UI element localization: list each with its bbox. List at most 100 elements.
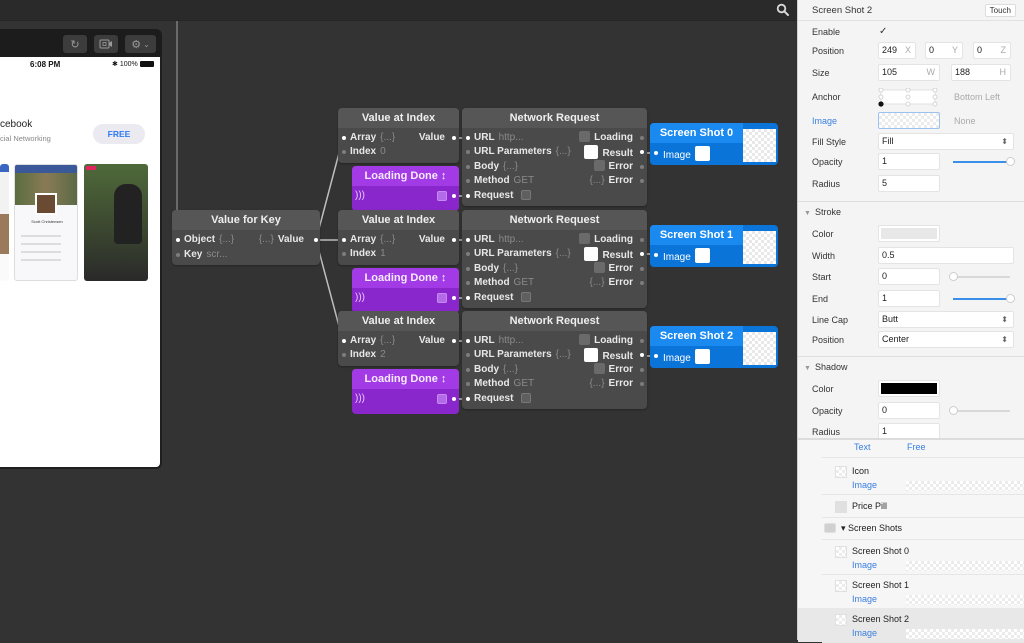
size-w-field[interactable]: 105 W [878, 64, 940, 81]
layer-row[interactable]: Screen Shot 0 Image [798, 540, 1024, 574]
output-dot[interactable] [640, 150, 644, 154]
input-port[interactable]: Body {...} [466, 262, 518, 276]
output-port[interactable]: Result [584, 348, 633, 362]
fill-style-select[interactable]: Fill ⬍ [878, 133, 1014, 150]
input-port[interactable]: Method GET [466, 276, 534, 290]
input-port[interactable]: Request [466, 189, 532, 203]
input-port-array[interactable]: Array {...} [342, 131, 395, 145]
layer-prop-text[interactable]: Text [854, 442, 871, 452]
output-port-value[interactable]: Value [419, 131, 445, 145]
output-dot[interactable] [452, 136, 456, 140]
output-dot[interactable] [640, 281, 644, 285]
output-dot[interactable] [314, 238, 318, 242]
port-dot[interactable] [342, 150, 346, 154]
loading-done-node[interactable]: Loading Done ↕ ))) [352, 166, 459, 211]
output-port[interactable]: {...} Error [586, 174, 633, 188]
output-dot[interactable] [640, 382, 644, 386]
value-at-index-node[interactable]: Value at Index Array {...} Index 2 Value [338, 311, 459, 366]
output-dot[interactable] [640, 238, 644, 242]
output-dot[interactable] [452, 296, 456, 300]
search-icon[interactable] [776, 3, 790, 17]
stroke-end-slider[interactable] [953, 294, 1015, 303]
port-dot[interactable] [466, 252, 470, 256]
record-button[interactable] [94, 35, 118, 53]
port-dot[interactable] [466, 238, 470, 242]
image-label[interactable]: Image [812, 116, 837, 126]
value-at-index-node[interactable]: Value at Index Array {...} Index 1 Value [338, 210, 459, 265]
position-y-field[interactable]: 0Y [925, 42, 963, 59]
shadow-opacity-field[interactable]: 0 [878, 402, 940, 419]
output-port[interactable]: Result [584, 145, 633, 159]
port-dot[interactable] [466, 179, 470, 183]
stroke-section-toggle[interactable]: ▼ Stroke [804, 207, 841, 217]
input-port[interactable]: Body {...} [466, 160, 518, 174]
slider-knob[interactable] [1006, 294, 1015, 303]
input-port[interactable]: URL Parameters {...} [466, 348, 571, 362]
output-port[interactable]: {...} Error [586, 377, 633, 391]
input-port-index[interactable]: Index 2 [342, 348, 386, 362]
anchor-picker[interactable] [877, 88, 939, 108]
stroke-width-field[interactable]: 0.5 [878, 247, 1014, 264]
input-port-array[interactable]: Array {...} [342, 233, 395, 247]
settings-button[interactable]: ⚙ ⌄ [125, 35, 156, 53]
input-port[interactable]: Method GET [466, 377, 534, 391]
input-port-index[interactable]: Index 0 [342, 145, 386, 159]
port-dot[interactable] [654, 253, 658, 257]
output-dot[interactable] [640, 165, 644, 169]
stroke-position-select[interactable]: Center ⬍ [878, 331, 1014, 348]
screen-shot-layer-node[interactable]: Screen Shot 0 Image [650, 123, 778, 165]
value-at-index-node[interactable]: Value at Index Array {...} Index 0 Value [338, 108, 459, 163]
reload-button[interactable]: ↻ [63, 35, 87, 53]
shadow-section-toggle[interactable]: ▼ Shadow [804, 362, 847, 372]
output-port-value[interactable]: Value [419, 233, 445, 247]
port-dot[interactable] [176, 238, 180, 242]
port-dot[interactable] [654, 354, 658, 358]
port-dot[interactable] [466, 150, 470, 154]
layer-row[interactable]: Screen Shot 2 Image [798, 608, 1024, 642]
layer-prop-image[interactable]: Image [852, 594, 877, 604]
input-port[interactable]: URL Parameters {...} [466, 145, 571, 159]
input-port-image[interactable]: Image [654, 248, 714, 263]
output-port[interactable]: Loading [579, 233, 633, 247]
output-dot[interactable] [640, 339, 644, 343]
screen-shot-layer-node[interactable]: Screen Shot 1 Image [650, 225, 778, 267]
port-dot[interactable] [466, 397, 470, 401]
line-cap-select[interactable]: Butt ⬍ [878, 311, 1014, 328]
opacity-field[interactable]: 1 [878, 153, 940, 170]
stroke-start-field[interactable]: 0 [878, 268, 940, 285]
port-dot[interactable] [466, 339, 470, 343]
output-port[interactable]: Result [584, 247, 633, 261]
shadow-color-well[interactable] [878, 380, 940, 397]
input-port[interactable]: URL http... [466, 233, 524, 247]
output-port[interactable]: Loading [579, 131, 633, 145]
output-dot[interactable] [452, 397, 456, 401]
position-x-field[interactable]: 249 X [878, 42, 916, 59]
output-port[interactable]: {...} Error [586, 276, 633, 290]
layer-prop-image[interactable]: Image [852, 560, 877, 570]
touch-button[interactable]: Touch [984, 4, 1016, 17]
output-dot[interactable] [452, 238, 456, 242]
port-dot[interactable] [342, 353, 346, 357]
port-dot[interactable] [466, 281, 470, 285]
output-port[interactable]: Error [593, 262, 633, 276]
output-port-value[interactable]: {...} Value [255, 233, 304, 247]
output-dot[interactable] [640, 136, 644, 140]
enable-checkbox[interactable]: ✓ [879, 26, 887, 37]
output-port[interactable]: Loading [579, 334, 633, 348]
input-port[interactable]: Request [466, 392, 532, 406]
image-well[interactable] [878, 112, 940, 129]
port-dot[interactable] [466, 194, 470, 198]
radius-field[interactable]: 5 [878, 175, 940, 192]
port-dot[interactable] [176, 253, 180, 257]
layer-row[interactable]: Price Pill [798, 495, 1024, 517]
port-dot[interactable] [654, 151, 658, 155]
input-port[interactable]: URL Parameters {...} [466, 247, 571, 261]
layer-row[interactable]: Icon Image [798, 460, 1024, 494]
layer-row[interactable]: ▾ Screen Shots [798, 517, 1024, 539]
slider-knob[interactable] [949, 406, 958, 415]
input-port[interactable]: URL http... [466, 131, 524, 145]
output-port[interactable]: Error [593, 160, 633, 174]
size-h-field[interactable]: 188 H [951, 64, 1011, 81]
output-dot[interactable] [640, 267, 644, 271]
input-port[interactable]: URL http... [466, 334, 524, 348]
